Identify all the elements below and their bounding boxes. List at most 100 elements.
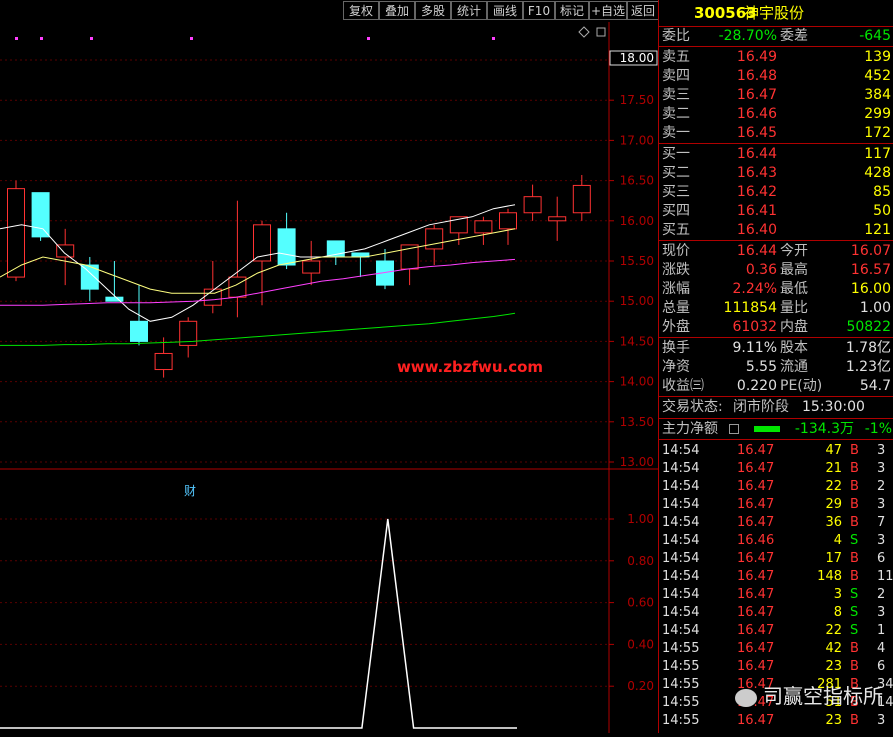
tick-volume: 22 <box>825 623 842 638</box>
stat-label: 量比 <box>780 300 808 316</box>
main-net-label: 主力净额 <box>662 421 718 437</box>
tick-row: 14:54 16.47 29 B 3 <box>659 496 893 514</box>
ma60-line <box>0 312 516 346</box>
order-label: 卖三 <box>662 87 690 103</box>
tick-side: B <box>850 461 859 476</box>
kline-chart[interactable]: 18.00 17.50 17.00 16.50 16.00 15.50 15.00 14.50… <box>0 22 658 733</box>
tick-side: B <box>850 713 859 728</box>
buy-row: 买三 16.42 85 <box>659 183 893 202</box>
tick-side: B <box>850 641 859 656</box>
stat2-row: 收益㈢ 0.220 PE(动) 54.7 <box>659 377 893 396</box>
order-volume: 139 <box>864 49 891 65</box>
candle-body[interactable] <box>499 212 517 230</box>
indicator-line <box>0 518 517 729</box>
toolbar-button-5[interactable]: F10 <box>523 1 555 20</box>
toolbar-button-3[interactable]: 统计 <box>451 1 487 20</box>
candle-body[interactable] <box>572 184 591 214</box>
toolbar-button-1[interactable]: 叠加 <box>379 1 415 20</box>
stat-label: 内盘 <box>780 319 808 335</box>
candle-body[interactable] <box>130 320 148 342</box>
signal-dot <box>367 37 370 40</box>
wechat-icon <box>735 688 757 707</box>
tick-side: B <box>850 659 859 674</box>
tick-time: 14:55 <box>662 695 700 710</box>
candle-body[interactable] <box>31 192 50 238</box>
indicator-tick-label: 0.40 <box>627 637 654 651</box>
tick-price: 16.47 <box>737 551 775 566</box>
toolbar-button-8[interactable]: 返回 <box>627 1 659 20</box>
main-net-row: 主力净额 -134.3万 -1% <box>659 420 893 439</box>
buy-row: 买二 16.43 428 <box>659 164 893 183</box>
main-net-value: -134.3万 <box>794 421 854 437</box>
toolbar-button-0[interactable]: 复权 <box>343 1 379 20</box>
chart-area: 18.00 17.50 17.00 16.50 16.00 15.50 15.00 14.50… <box>0 22 658 733</box>
order-label: 买二 <box>662 165 690 181</box>
tick-row: 14:55 16.47 42 B 4 <box>659 640 893 658</box>
price-tick-label: 15.00 <box>620 294 654 308</box>
tick-count: 1 <box>877 623 886 638</box>
stat-value: 16.57 <box>850 262 891 278</box>
stat-value: 54.7 <box>859 378 891 394</box>
candle-body[interactable] <box>105 296 124 302</box>
tick-time: 14:54 <box>662 443 700 458</box>
candle-body[interactable] <box>302 260 321 274</box>
stat-label: 现价 <box>662 243 690 259</box>
order-price: 16.47 <box>736 87 777 103</box>
toolbar-button-7[interactable]: +自选 <box>589 1 627 20</box>
toolbar-button-2[interactable]: 多股 <box>415 1 451 20</box>
sell-row: 卖三 16.47 384 <box>659 86 893 105</box>
tick-count: 3 <box>877 533 886 548</box>
buy-row: 买一 16.44 117 <box>659 145 893 164</box>
candle-body[interactable] <box>474 220 493 234</box>
price-tick-label: 16.50 <box>620 174 654 188</box>
square-icon[interactable] <box>596 27 606 37</box>
stat-value: 5.55 <box>745 359 777 375</box>
tick-price: 16.47 <box>737 479 775 494</box>
finance-badge[interactable]: 财 <box>184 484 196 498</box>
candle-body[interactable] <box>277 228 296 266</box>
order-label: 卖一 <box>662 125 690 141</box>
indicator-tick-label: 1.00 <box>627 512 654 526</box>
candle-body[interactable] <box>425 228 444 250</box>
tick-row: 14:55 16.47 23 B 6 <box>659 658 893 676</box>
candle-body[interactable] <box>7 188 25 278</box>
tick-time: 14:55 <box>662 677 700 692</box>
stat-label: 流通 <box>780 359 808 375</box>
stat-row: 涨幅 2.24% 最低 16.00 <box>659 280 893 299</box>
tick-price: 16.47 <box>737 623 775 638</box>
tick-row: 14:54 16.47 148 B 11 <box>659 568 893 586</box>
trade-status-label: 交易状态: <box>662 399 723 415</box>
tick-count: 2 <box>877 479 886 494</box>
tick-price: 16.47 <box>737 641 775 656</box>
candle-body[interactable] <box>523 196 542 214</box>
tick-row: 14:54 16.47 22 B 2 <box>659 478 893 496</box>
candle-body[interactable] <box>253 224 271 262</box>
doc-icon[interactable] <box>729 424 739 434</box>
stock-header: 300563 神宇股份 <box>659 2 893 24</box>
toolbar-button-4[interactable]: 画线 <box>487 1 523 20</box>
stat-label: 涨幅 <box>662 281 690 297</box>
toolbar-button-6[interactable]: 标记 <box>555 1 589 20</box>
diamond-icon[interactable] <box>578 26 590 38</box>
price-tick-label: 17.00 <box>620 133 654 147</box>
tick-time: 14:55 <box>662 659 700 674</box>
candle-body[interactable] <box>154 352 173 371</box>
candle-body[interactable] <box>548 216 567 222</box>
tick-row: 14:54 16.47 21 B 3 <box>659 460 893 478</box>
indicator-tick-label: 0.60 <box>627 596 654 610</box>
tick-volume: 22 <box>825 479 842 494</box>
stat-label: 收益㈢ <box>662 378 704 394</box>
order-price: 16.43 <box>736 165 777 181</box>
buy-row: 买五 16.40 121 <box>659 221 893 240</box>
tick-price: 16.47 <box>737 443 775 458</box>
signal-dot <box>40 37 43 40</box>
stat2-row: 净资 5.55 流通 1.23亿 <box>659 358 893 377</box>
stat-row: 总量 111854 量比 1.00 <box>659 299 893 318</box>
stat-label: 最低 <box>780 281 808 297</box>
order-volume: 384 <box>864 87 891 103</box>
price-tick-label: 15.50 <box>620 254 654 268</box>
tick-time: 14:54 <box>662 587 700 602</box>
current-price-tag: 18.00 <box>620 51 654 65</box>
tick-price: 16.47 <box>737 497 775 512</box>
tick-time: 14:54 <box>662 515 700 530</box>
